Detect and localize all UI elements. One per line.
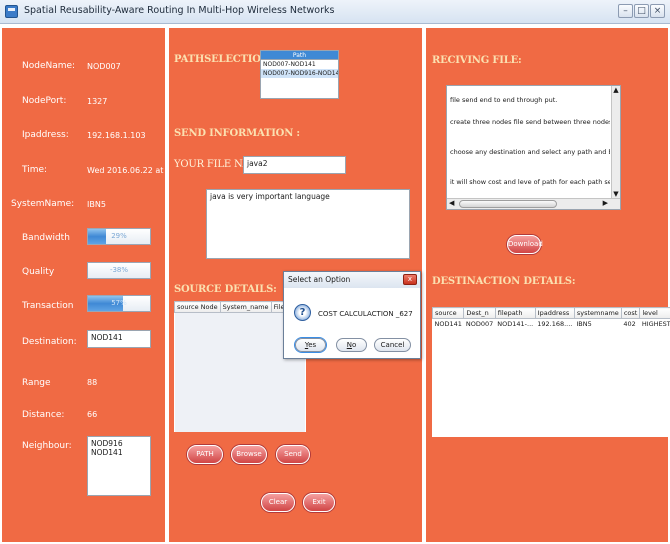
table-cell: 402 [623, 320, 636, 328]
neighbour-list[interactable]: NOD916 NOD141 [87, 436, 151, 496]
maximize-button[interactable]: □ [634, 4, 649, 18]
path-button[interactable]: PATH [187, 445, 223, 464]
yes-button[interactable]: Yes [295, 338, 326, 352]
neighbour-label: Neighbour: [22, 441, 72, 451]
app-window-icon [5, 5, 18, 18]
question-icon: ? [294, 304, 311, 321]
range-label: Range [22, 378, 51, 388]
transaction-label: Transaction [22, 301, 74, 311]
receiving-line: create three nodes file send between thr… [450, 118, 610, 126]
receiving-file-title: RECIVING FILE: [432, 55, 522, 66]
exit-button[interactable]: Exit [303, 493, 335, 512]
scroll-up-arrow-icon[interactable]: ▲ [612, 86, 620, 95]
table-cell: HIGHEST... [641, 320, 670, 328]
receiving-line: file send end to end through put. [450, 96, 558, 104]
dialog-close-button[interactable]: x [403, 274, 417, 285]
dest-col-ipaddress[interactable]: Ipaddress [534, 307, 575, 319]
dest-col-level[interactable]: level [639, 307, 670, 319]
bandwidth-progress-bar: 29% [87, 228, 151, 245]
destination-details-title: DESTINACTION DETAILS: [432, 276, 576, 287]
cancel-button[interactable]: Cancel [374, 338, 411, 352]
scroll-right-arrow-icon[interactable]: ▶ [603, 199, 608, 207]
table-cell: 192.168.... [537, 320, 573, 328]
minimize-button[interactable]: – [618, 4, 633, 18]
message-textarea[interactable]: java is very important language [206, 189, 410, 259]
receiving-file-textarea[interactable]: file send end to end through put. create… [446, 85, 621, 210]
node-port-value: 1327 [87, 97, 108, 106]
receiving-line: it will show cost and leve of path for e… [450, 178, 610, 186]
horizontal-scroll-thumb[interactable] [459, 200, 557, 208]
path-item-selected[interactable]: NOD007-NOD916-NOD141 [261, 69, 338, 78]
table-row[interactable]: NOD141 NOD007 NOD141-... 192.168.... IBN… [433, 319, 670, 330]
window-title: Spatial Reusability-Aware Routing In Mul… [24, 5, 335, 16]
system-name-value: IBN5 [87, 200, 106, 209]
node-info-panel: NodeName: NOD007 NodePort: 1327 Ipaddres… [0, 26, 192, 544]
distance-value: 66 [87, 410, 98, 419]
scroll-left-arrow-icon[interactable]: ◀ [449, 199, 454, 207]
no-button[interactable]: No [336, 338, 367, 352]
source-details-title: SOURCE DETAILS: [174, 284, 277, 295]
table-cell: NOD141 [434, 320, 462, 328]
neighbour-item[interactable]: NOD141 [91, 448, 147, 457]
close-window-button[interactable]: × [650, 4, 665, 18]
bandwidth-percent: 29% [111, 232, 127, 240]
ip-address-value: 192.168.1.103 [87, 131, 146, 140]
send-information-title: SEND INFORMATION : [174, 128, 300, 139]
title-bar: Spatial Reusability-Aware Routing In Mul… [0, 0, 670, 24]
quality-label: Quality [22, 267, 55, 277]
destination-label: Destination: [22, 337, 77, 347]
vertical-scrollbar[interactable]: ▲ ▼ [611, 86, 620, 198]
download-button[interactable]: Download [507, 235, 543, 254]
scroll-down-arrow-icon[interactable]: ▼ [612, 190, 620, 198]
dest-col-systemname[interactable]: systemname [573, 307, 622, 319]
send-button[interactable]: Send [276, 445, 310, 464]
neighbour-item[interactable]: NOD916 [91, 439, 147, 448]
destination-input[interactable]: NOD141 [87, 330, 151, 348]
dialog-title: Select an Option [284, 272, 420, 288]
dest-col-dest[interactable]: Dest_n [463, 307, 496, 319]
quality-percent: -38% [109, 266, 129, 274]
path-selection-title: PATHSELECTION: [174, 54, 273, 65]
bandwidth-label: Bandwidth [22, 233, 70, 243]
transaction-progress-bar: 57% [87, 295, 151, 312]
path-list-header: Path [261, 51, 338, 60]
browse-button[interactable]: Browse [231, 445, 267, 464]
distance-label: Distance: [22, 410, 65, 420]
node-port-label: NodePort: [22, 96, 67, 106]
destination-details-table[interactable]: source Dest_n filepath Ipaddress systemn… [431, 307, 670, 437]
quality-progress-bar: -38% [87, 262, 151, 279]
dest-col-cost[interactable]: cost [620, 307, 641, 319]
ip-address-label: Ipaddress: [22, 130, 69, 140]
node-name-label: NodeName: [22, 61, 76, 71]
clear-button[interactable]: Clear [261, 493, 295, 512]
dest-col-filepath[interactable]: filepath [494, 307, 536, 319]
range-value: 88 [87, 378, 98, 387]
receiving-panel: RECIVING FILE: file send end to end thro… [424, 26, 670, 544]
time-label: Time: [22, 165, 48, 175]
table-cell: NOD141-... [497, 320, 534, 328]
receiving-line: choose any destination and select any pa… [450, 148, 610, 156]
option-dialog: Select an Option x ? COST CALCULACTION _… [283, 271, 421, 359]
horizontal-scrollbar[interactable]: ◀ ▶ [447, 198, 620, 209]
node-name-value: NOD007 [87, 62, 121, 71]
system-name-column[interactable]: System_name [219, 301, 272, 313]
dialog-message: COST CALCULACTION _627 [318, 310, 413, 318]
dest-col-source[interactable]: source [431, 307, 465, 319]
file-name-input[interactable]: java2 [243, 156, 346, 174]
system-name-label: SystemName: [11, 199, 75, 209]
source-node-column[interactable]: source Node [174, 301, 221, 313]
transaction-percent: 57% [111, 299, 127, 307]
table-cell: IBN5 [576, 320, 592, 328]
table-cell: NOD007 [465, 320, 494, 328]
path-item[interactable]: NOD007-NOD141 [261, 60, 338, 69]
path-list[interactable]: Path NOD007-NOD141 NOD007-NOD916-NOD141 [260, 50, 339, 99]
